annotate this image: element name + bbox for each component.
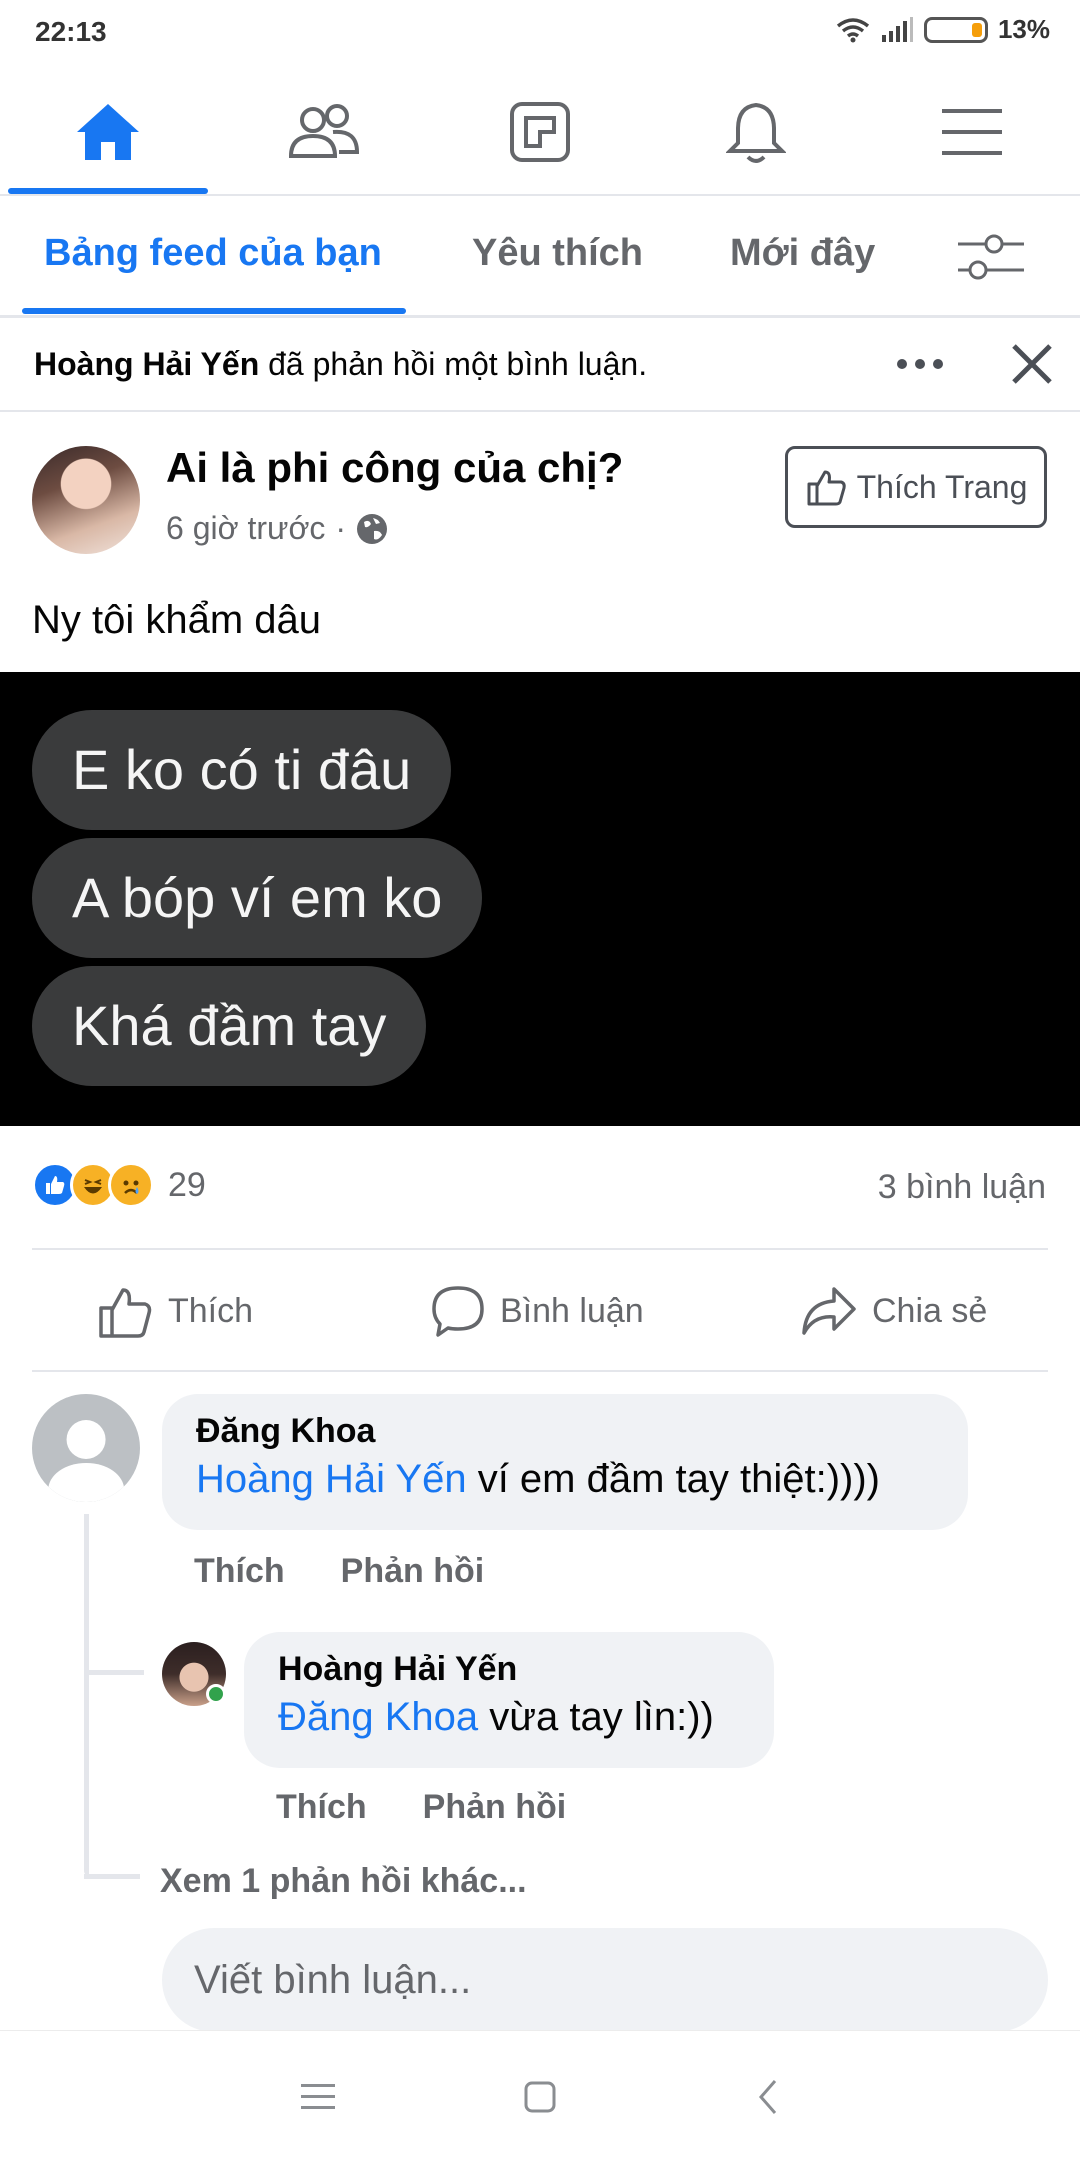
post-timestamp[interactable]: 6 giờ trước	[166, 510, 325, 547]
reply-mention[interactable]: Đăng Khoa	[278, 1695, 478, 1739]
share-label: Chia sẻ	[872, 1291, 988, 1330]
menu-icon	[942, 109, 1002, 155]
image-message-2: A bóp ví em ko	[32, 838, 483, 958]
comment-mention[interactable]: Hoàng Hải Yến	[196, 1457, 467, 1501]
comment-body: ví em đầm tay thiệt:))))	[466, 1457, 880, 1501]
share-button[interactable]: Chia sẻ	[800, 1276, 987, 1346]
comment-bubble-icon	[432, 1286, 484, 1337]
status-time: 22:13	[35, 16, 107, 47]
write-comment-input[interactable]: Viết bình luận...	[162, 1928, 1048, 2032]
reaction-count: 29	[168, 1165, 206, 1204]
more-options-button[interactable]	[896, 346, 944, 387]
comment-reply-button[interactable]: Phản hồi	[341, 1552, 485, 1591]
thumbs-up-outline-icon	[807, 470, 846, 506]
feed-tabs: Bảng feed của bạn Yêu thích Mới đây	[0, 196, 1080, 318]
home-icon	[77, 104, 139, 160]
reply-author[interactable]: Hoàng Hải Yến	[278, 1650, 740, 1689]
comment-like-button[interactable]: Thích	[194, 1552, 285, 1591]
like-page-label: Thích Trang	[856, 468, 1028, 505]
pages-icon	[510, 102, 570, 162]
divider	[32, 1248, 1048, 1250]
close-icon	[1012, 344, 1052, 384]
recent-apps-button[interactable]	[288, 2067, 348, 2127]
post-meta: 6 giờ trước ·	[166, 510, 388, 547]
comment-text: Hoàng Hải Yến ví em đầm tay thiệt:))))	[196, 1457, 934, 1502]
comment-button[interactable]: Bình luận	[430, 1276, 644, 1346]
reply-body: vừa tay lìn:))	[478, 1695, 714, 1739]
share-arrow-icon	[802, 1287, 856, 1335]
friends-icon	[288, 104, 360, 158]
notifications-icon	[726, 102, 786, 163]
battery-level: 13%	[997, 14, 1050, 44]
recent-apps-icon	[301, 2084, 335, 2109]
battery-icon	[923, 16, 988, 43]
tab-your-feed[interactable]: Bảng feed của bạn	[44, 232, 382, 275]
status-icons: 13%	[836, 14, 1050, 45]
wifi-icon	[836, 17, 870, 42]
top-navigation	[0, 70, 1080, 196]
like-button[interactable]: Thích	[96, 1276, 253, 1346]
view-more-replies[interactable]: Xem 1 phản hồi khác...	[160, 1862, 527, 1901]
post-caption: Ny tôi khẩm dâu	[32, 598, 322, 642]
nav-home[interactable]	[0, 70, 216, 194]
nav-notifications[interactable]	[648, 70, 864, 194]
image-message-3: Khá đầm tay	[32, 966, 427, 1086]
online-status-indicator	[206, 1684, 226, 1704]
thread-branch	[84, 1670, 144, 1675]
reply-reply-button[interactable]: Phản hồi	[423, 1788, 567, 1827]
comment-actions: Thích Phản hồi	[194, 1552, 484, 1591]
home-system-button[interactable]	[510, 2067, 570, 2127]
sad-reaction-icon	[108, 1162, 154, 1208]
activity-actor[interactable]: Hoàng Hải Yến	[34, 346, 259, 382]
activity-notice: Hoàng Hải Yến đã phản hồi một bình luận.	[0, 318, 1080, 412]
comment-bubble: Đăng Khoa Hoàng Hải Yến ví em đầm tay th…	[162, 1394, 968, 1530]
page-avatar[interactable]	[32, 446, 140, 554]
back-button[interactable]	[738, 2067, 798, 2127]
thread-branch	[84, 1874, 140, 1879]
system-navigation-bar	[0, 2030, 1080, 2160]
reply-actions: Thích Phản hồi	[276, 1788, 566, 1827]
dismiss-button[interactable]	[1010, 342, 1054, 391]
back-chevron-icon	[759, 2080, 777, 2114]
activity-notice-text: Hoàng Hải Yến đã phản hồi một bình luận.	[34, 346, 647, 383]
nav-friends[interactable]	[216, 70, 432, 194]
tab-favorites[interactable]: Yêu thích	[472, 232, 643, 275]
more-dots-icon	[897, 359, 943, 369]
image-message-1: E ko có ti đâu	[32, 710, 452, 830]
thread-line	[84, 1514, 89, 1876]
reaction-summary[interactable]: 29	[32, 1162, 206, 1208]
comment-label: Bình luận	[500, 1291, 644, 1330]
commenter-avatar[interactable]	[32, 1394, 140, 1502]
like-page-button[interactable]: Thích Trang	[785, 446, 1047, 528]
signal-icon	[881, 16, 913, 42]
reply-bubble: Hoàng Hải Yến Đăng Khoa vừa tay lìn:))	[244, 1632, 774, 1768]
tab-recent[interactable]: Mới đây	[730, 232, 875, 275]
activity-action: đã phản hồi một bình luận.	[259, 346, 648, 382]
feed-filter-button[interactable]	[958, 232, 1024, 287]
divider	[32, 1370, 1048, 1372]
reply-text: Đăng Khoa vừa tay lìn:))	[278, 1695, 740, 1740]
globe-icon	[357, 513, 388, 544]
nav-menu[interactable]	[864, 70, 1080, 194]
reply-like-button[interactable]: Thích	[276, 1788, 367, 1827]
active-tab-indicator	[22, 308, 406, 314]
comment-author[interactable]: Đăng Khoa	[196, 1412, 934, 1451]
home-square-icon	[524, 2081, 556, 2113]
post-image[interactable]: E ko có ti đâu A bóp ví em ko Khá đầm ta…	[0, 672, 1080, 1126]
nav-pages[interactable]	[432, 70, 648, 194]
page-name[interactable]: Ai là phi công của chị?	[166, 444, 623, 492]
comment-count[interactable]: 3 bình luận	[878, 1168, 1046, 1207]
filter-sliders-icon	[958, 234, 1024, 280]
like-label: Thích	[168, 1291, 254, 1330]
thumbs-up-icon	[99, 1288, 152, 1338]
meta-separator: ·	[335, 510, 347, 546]
